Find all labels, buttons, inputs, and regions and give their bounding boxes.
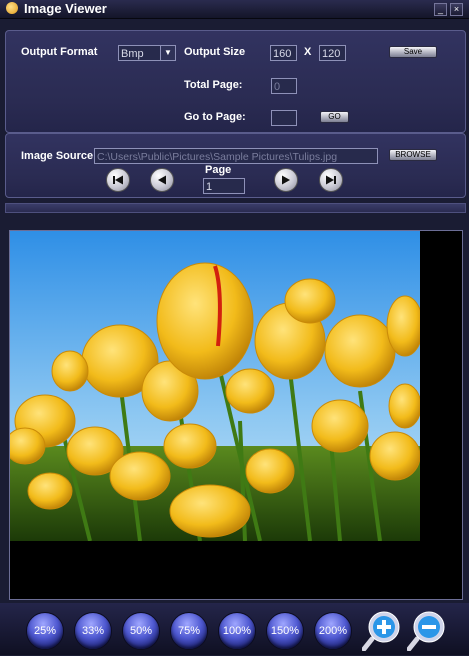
zoom-150-button[interactable]: 150% bbox=[266, 612, 304, 650]
zoom-33-button[interactable]: 33% bbox=[74, 612, 112, 650]
go-to-page-label: Go to Page: bbox=[184, 111, 246, 123]
minimize-button[interactable]: _ bbox=[434, 3, 447, 16]
zoom-200-button[interactable]: 200% bbox=[314, 612, 352, 650]
close-button[interactable]: × bbox=[450, 3, 463, 16]
zoom-25-button[interactable]: 25% bbox=[26, 612, 64, 650]
previous-page-icon[interactable] bbox=[150, 168, 174, 192]
total-page-label: Total Page: bbox=[184, 79, 243, 91]
output-settings-panel: Output Format Bmp ▼ Output Size 160 X 12… bbox=[5, 30, 466, 133]
page-label: Page bbox=[205, 164, 232, 176]
go-to-page-input[interactable] bbox=[271, 110, 297, 126]
go-button[interactable]: GO bbox=[320, 111, 349, 123]
chevron-down-icon[interactable]: ▼ bbox=[160, 46, 175, 60]
save-button[interactable]: Save bbox=[389, 46, 437, 58]
title-bar: Image Viewer _ × bbox=[0, 0, 469, 19]
page-input[interactable]: 1 bbox=[203, 178, 245, 194]
image-source-label: Image Source bbox=[21, 150, 94, 162]
output-format-label: Output Format bbox=[21, 46, 98, 58]
image-preview bbox=[10, 231, 420, 541]
zoom-50-button[interactable]: 50% bbox=[122, 612, 160, 650]
zoom-toolbar: 25% 33% 50% 75% 100% 150% 200% bbox=[0, 603, 469, 655]
app-icon bbox=[6, 2, 18, 14]
browse-button[interactable]: BROWSE bbox=[389, 149, 437, 161]
next-page-icon[interactable] bbox=[274, 168, 298, 192]
zoom-100-button[interactable]: 100% bbox=[218, 612, 256, 650]
last-page-icon[interactable] bbox=[319, 168, 343, 192]
height-input[interactable]: 120 bbox=[319, 45, 346, 61]
output-size-label: Output Size bbox=[184, 46, 246, 58]
total-page-value: 0 bbox=[271, 78, 297, 94]
first-page-icon[interactable] bbox=[106, 168, 130, 192]
output-format-value: Bmp bbox=[121, 48, 144, 60]
zoom-75-button[interactable]: 75% bbox=[170, 612, 208, 650]
zoom-out-icon[interactable] bbox=[406, 609, 447, 652]
image-source-path-input[interactable]: C:\Users\Public\Pictures\Sample Pictures… bbox=[94, 148, 378, 164]
image-source-panel: Image Source C:\Users\Public\Pictures\Sa… bbox=[5, 133, 466, 198]
width-input[interactable]: 160 bbox=[270, 45, 297, 61]
zoom-in-icon[interactable] bbox=[361, 609, 402, 652]
size-separator: X bbox=[304, 46, 312, 58]
window-title: Image Viewer bbox=[24, 1, 107, 16]
image-viewer[interactable] bbox=[9, 230, 463, 600]
output-format-select[interactable]: Bmp ▼ bbox=[118, 45, 176, 61]
divider bbox=[5, 203, 466, 213]
